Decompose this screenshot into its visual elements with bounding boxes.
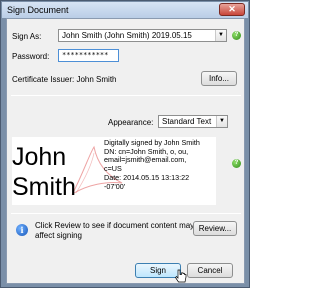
sign-as-value: John Smith (John Smith) 2019.05.15 — [62, 31, 192, 40]
title-bar: Sign Document ✕ — [2, 2, 248, 18]
dialog-title: Sign Document — [7, 5, 69, 15]
info-icon: i — [16, 224, 28, 236]
signature-preview: John Smith Digitally signed by John Smit… — [12, 137, 216, 205]
signature-last-name: Smith — [12, 173, 76, 201]
signature-first-name: John — [12, 143, 67, 171]
help-icon[interactable]: ? — [232, 31, 241, 40]
signature-detail-line: -07'00' — [104, 181, 126, 191]
help-icon[interactable]: ? — [232, 159, 241, 168]
separator — [11, 95, 241, 96]
close-icon: ✕ — [228, 4, 236, 14]
password-value: *********** — [62, 51, 109, 59]
hand-cursor-icon — [175, 269, 187, 283]
sign-document-dialog: Sign Document ✕ Sign As: John Smith (Joh… — [0, 0, 250, 288]
sign-as-dropdown[interactable]: John Smith (John Smith) 2019.05.15 ▼ — [58, 29, 227, 42]
appearance-label: Appearance: — [108, 118, 154, 127]
chevron-down-icon: ▼ — [216, 116, 227, 127]
appearance-dropdown[interactable]: Standard Text ▼ — [158, 115, 228, 128]
sign-as-label: Sign As: — [12, 32, 42, 41]
review-message: Click Review to see if document content … — [35, 221, 195, 240]
password-label: Password: — [12, 52, 50, 61]
close-button[interactable]: ✕ — [219, 3, 245, 16]
appearance-value: Standard Text — [162, 117, 212, 126]
password-field[interactable]: *********** — [58, 49, 119, 62]
review-button[interactable]: Review... — [193, 221, 237, 236]
cancel-button[interactable]: Cancel — [187, 263, 233, 278]
dialog-body: Sign As: John Smith (John Smith) 2019.05… — [6, 18, 245, 284]
chevron-down-icon: ▼ — [215, 30, 226, 41]
separator — [11, 213, 241, 214]
signature-details: Digitally signed by John Smith DN: cn=Jo… — [104, 138, 216, 191]
certificate-issuer-label: Certificate Issuer: John Smith — [12, 75, 117, 84]
info-button[interactable]: Info... — [201, 71, 237, 86]
